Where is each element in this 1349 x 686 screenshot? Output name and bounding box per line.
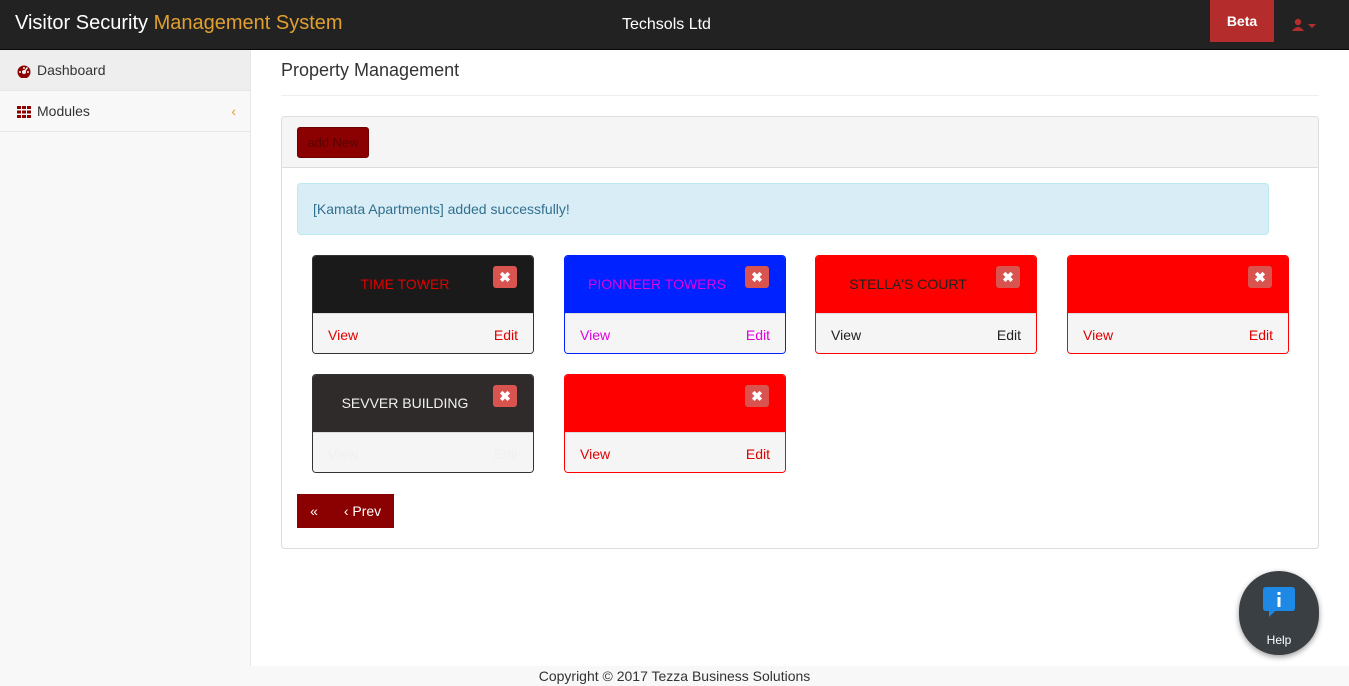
property-card-header: ✖ bbox=[1068, 256, 1288, 313]
view-property-link[interactable]: View bbox=[328, 446, 358, 462]
view-property-link[interactable]: View bbox=[831, 327, 861, 343]
property-card: TIME TOWER ✖ View Edit bbox=[312, 255, 534, 354]
delete-property-button[interactable]: ✖ bbox=[493, 385, 517, 407]
footer-copyright: Copyright © 2017 Tezza Business Solution… bbox=[0, 666, 1349, 686]
edit-property-link[interactable]: Edit bbox=[746, 446, 770, 462]
property-card: ✖ View Edit bbox=[1067, 255, 1289, 354]
success-alert: [Kamata Apartments] added successfully! bbox=[297, 183, 1269, 235]
delete-property-button[interactable]: ✖ bbox=[745, 266, 769, 288]
beta-badge[interactable]: Beta bbox=[1210, 0, 1274, 42]
property-card: STELLA'S COURT ✖ View Edit bbox=[815, 255, 1037, 354]
caret-down-icon bbox=[1308, 24, 1316, 28]
dashboard-icon bbox=[17, 65, 31, 78]
prev-page-button[interactable]: ‹ Prev bbox=[331, 494, 394, 528]
property-card-header: SEVVER BUILDING ✖ bbox=[313, 375, 533, 432]
delete-property-button[interactable]: ✖ bbox=[996, 266, 1020, 288]
app-brand[interactable]: Visitor Security Management System bbox=[15, 12, 343, 35]
edit-property-link[interactable]: Edit bbox=[494, 327, 518, 343]
property-name: SEVVER BUILDING bbox=[341, 395, 469, 411]
view-property-link[interactable]: View bbox=[1083, 327, 1113, 343]
grid-icon bbox=[17, 106, 31, 118]
edit-property-link[interactable]: Edit bbox=[494, 446, 518, 462]
property-card-header: TIME TOWER ✖ bbox=[313, 256, 533, 313]
edit-property-link[interactable]: Edit bbox=[997, 327, 1021, 343]
property-card-header: STELLA'S COURT ✖ bbox=[816, 256, 1036, 313]
add-new-button[interactable]: add New bbox=[297, 127, 369, 158]
help-label: Help bbox=[1266, 633, 1292, 647]
panel-header: add New bbox=[282, 117, 1318, 168]
user-menu-toggle[interactable] bbox=[1292, 17, 1322, 33]
property-card-footer: View Edit bbox=[816, 313, 1036, 353]
property-name: STELLA'S COURT bbox=[849, 276, 967, 292]
divider bbox=[281, 95, 1319, 96]
delete-property-button[interactable]: ✖ bbox=[745, 385, 769, 407]
view-property-link[interactable]: View bbox=[580, 327, 610, 343]
page-title: Property Management bbox=[281, 60, 460, 80]
property-card-footer: View Edit bbox=[313, 313, 533, 353]
info-icon bbox=[1263, 587, 1295, 617]
help-button[interactable]: Help bbox=[1239, 571, 1319, 655]
sidebar-item-dashboard[interactable]: Dashboard bbox=[0, 50, 250, 91]
property-card-footer: View Edit bbox=[1068, 313, 1288, 353]
property-card-footer: View Edit bbox=[313, 432, 533, 472]
property-name: PIONNEER TOWERS bbox=[588, 276, 726, 292]
property-card-footer: View Edit bbox=[565, 313, 785, 353]
delete-property-button[interactable]: ✖ bbox=[493, 266, 517, 288]
top-navbar: Visitor Security Management System Techs… bbox=[0, 0, 1349, 50]
chevron-left-icon: ‹ bbox=[231, 103, 236, 119]
first-page-button[interactable]: « bbox=[297, 494, 331, 528]
property-card: ✖ View Edit bbox=[564, 374, 786, 473]
edit-property-link[interactable]: Edit bbox=[1249, 327, 1273, 343]
property-name: TIME TOWER bbox=[360, 276, 450, 292]
property-card-header: ✖ bbox=[565, 375, 785, 432]
view-property-link[interactable]: View bbox=[328, 327, 358, 343]
view-property-link[interactable]: View bbox=[580, 446, 610, 462]
company-name: Techsols Ltd bbox=[622, 16, 711, 33]
delete-property-button[interactable]: ✖ bbox=[1248, 266, 1272, 288]
sidebar: Dashboard Modules ‹ bbox=[0, 50, 251, 666]
brand-accent-text: Management System bbox=[153, 12, 343, 34]
property-card: PIONNEER TOWERS ✖ View Edit bbox=[564, 255, 786, 354]
sidebar-item-label: Dashboard bbox=[37, 62, 106, 78]
user-icon bbox=[1292, 18, 1316, 31]
sidebar-item-label: Modules bbox=[37, 103, 90, 119]
property-panel: add New [Kamata Apartments] added succes… bbox=[281, 116, 1319, 549]
edit-property-link[interactable]: Edit bbox=[746, 327, 770, 343]
sidebar-item-modules[interactable]: Modules ‹ bbox=[0, 91, 250, 132]
property-card: SEVVER BUILDING ✖ View Edit bbox=[312, 374, 534, 473]
property-card-footer: View Edit bbox=[565, 432, 785, 472]
brand-main-text: Visitor Security bbox=[15, 12, 154, 34]
property-card-header: PIONNEER TOWERS ✖ bbox=[565, 256, 785, 313]
